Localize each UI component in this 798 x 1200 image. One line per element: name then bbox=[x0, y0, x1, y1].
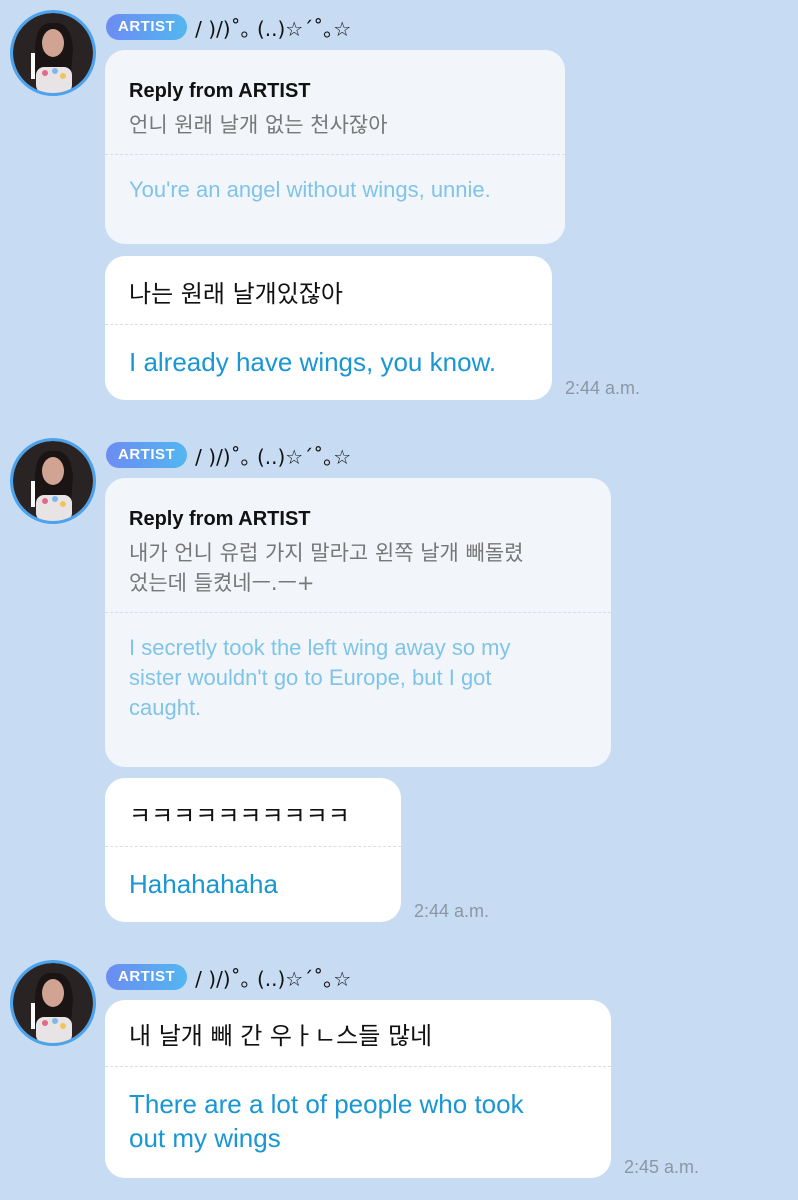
reply-bubble[interactable]: Reply from ARTIST 내가 언니 유럽 가지 말라고 왼쪽 날개 … bbox=[105, 478, 611, 767]
artist-avatar[interactable] bbox=[10, 960, 96, 1046]
reply-original-text-line-2: 었는데 들켰네ㅡ.ㅡ+ bbox=[129, 571, 315, 595]
bubble-divider bbox=[105, 154, 565, 155]
sender-nickname: / )/)˚｡ (..)☆´˚｡☆ bbox=[195, 16, 352, 41]
avatar-photo bbox=[13, 13, 93, 93]
reply-header: Reply from ARTIST bbox=[129, 80, 311, 102]
artist-badge: ARTIST bbox=[106, 14, 188, 40]
artist-badge: ARTIST bbox=[106, 964, 188, 990]
sender-nickname: / )/)˚｡ (..)☆´˚｡☆ bbox=[195, 966, 352, 991]
artist-badge: ARTIST bbox=[106, 442, 188, 468]
reply-translation-text: You're an angel without wings, unnie. bbox=[129, 177, 491, 202]
message-translation-text: I already have wings, you know. bbox=[129, 347, 497, 377]
bubble-divider bbox=[105, 846, 401, 847]
reply-original-text: 언니 원래 날개 없는 천사잖아 bbox=[129, 113, 388, 137]
message-timestamp: 2:44 a.m. bbox=[565, 378, 641, 398]
bubble-divider bbox=[105, 324, 552, 325]
sender-header: ARTIST / )/)˚｡ (..)☆´˚｡☆ bbox=[106, 13, 351, 41]
artist-avatar[interactable] bbox=[10, 438, 96, 524]
reply-translation-text-line-3: caught. bbox=[129, 695, 202, 720]
message-bubble[interactable]: 나는 원래 날개있잖아 I already have wings, you kn… bbox=[105, 256, 552, 400]
message-timestamp: 2:45 a.m. bbox=[624, 1157, 700, 1177]
bubble-divider bbox=[105, 612, 611, 613]
artist-avatar[interactable] bbox=[10, 10, 96, 96]
bubble-divider bbox=[105, 1066, 611, 1067]
reply-original-text-line-1: 내가 언니 유럽 가지 말라고 왼쪽 날개 빼돌렸 bbox=[129, 541, 524, 565]
message-original-text: 내 날개 빼 간 우ㅏㄴ스들 많네 bbox=[129, 1022, 433, 1050]
avatar-photo bbox=[13, 441, 93, 521]
sender-header: ARTIST / )/)˚｡ (..)☆´˚｡☆ bbox=[106, 963, 351, 991]
message-translation-text-line-2: out my wings bbox=[129, 1123, 281, 1153]
sender-nickname: / )/)˚｡ (..)☆´˚｡☆ bbox=[195, 444, 352, 469]
message-bubble[interactable]: 내 날개 빼 간 우ㅏㄴ스들 많네 There are a lot of peo… bbox=[105, 1000, 611, 1178]
reply-bubble[interactable]: Reply from ARTIST 언니 원래 날개 없는 천사잖아 You'r… bbox=[105, 50, 565, 244]
message-bubble[interactable]: ㅋㅋㅋㅋㅋㅋㅋㅋㅋㅋ Hahahahaha bbox=[105, 778, 401, 922]
message-original-text: 나는 원래 날개있잖아 bbox=[129, 280, 343, 308]
message-original-text: ㅋㅋㅋㅋㅋㅋㅋㅋㅋㅋ bbox=[129, 802, 350, 830]
message-translation-text: Hahahahaha bbox=[129, 869, 278, 899]
reply-header: Reply from ARTIST bbox=[129, 508, 311, 530]
message-translation-text-line-1: There are a lot of people who took bbox=[129, 1089, 524, 1119]
reply-translation-text-line-2: sister wouldn't go to Europe, but I got bbox=[129, 665, 492, 690]
sender-header: ARTIST / )/)˚｡ (..)☆´˚｡☆ bbox=[106, 441, 351, 469]
message-timestamp: 2:44 a.m. bbox=[414, 901, 490, 921]
reply-translation-text-line-1: I secretly took the left wing away so my bbox=[129, 635, 511, 660]
avatar-photo bbox=[13, 963, 93, 1043]
